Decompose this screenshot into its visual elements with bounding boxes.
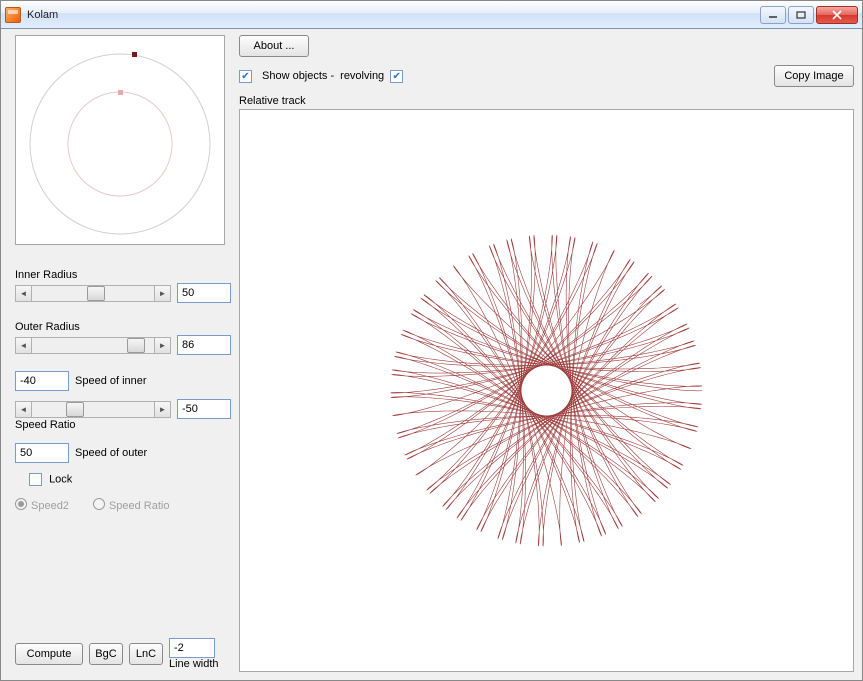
speed-inner-input[interactable] bbox=[15, 371, 69, 391]
compute-button[interactable]: Compute bbox=[15, 643, 83, 665]
show-objects-checkbox[interactable]: ✔ bbox=[239, 70, 252, 83]
window-buttons bbox=[760, 6, 858, 24]
inner-radius-scrollbar[interactable]: ◄ ► bbox=[15, 285, 171, 302]
speedratio-radio[interactable] bbox=[93, 498, 105, 510]
inner-radius-label: Inner Radius bbox=[15, 269, 231, 281]
speed-outer-label: Speed of outer bbox=[75, 447, 147, 459]
scroll-right-icon[interactable]: ► bbox=[154, 286, 170, 301]
speed2-radio-label: Speed2 bbox=[31, 500, 69, 512]
lock-checkbox[interactable] bbox=[29, 473, 42, 486]
scroll-left-icon[interactable]: ◄ bbox=[16, 286, 32, 301]
outer-radius-scrollbar[interactable]: ◄ ► bbox=[15, 337, 171, 354]
copy-image-button[interactable]: Copy Image bbox=[774, 65, 854, 87]
speedratio-radio-label: Speed Ratio bbox=[109, 500, 170, 512]
orbit-preview bbox=[15, 35, 225, 245]
lock-label: Lock bbox=[49, 473, 72, 485]
scroll-right-icon[interactable]: ► bbox=[154, 338, 170, 353]
scroll-right-icon[interactable]: ► bbox=[154, 402, 170, 417]
scroll-left-icon[interactable]: ◄ bbox=[16, 402, 32, 417]
show-objects-label: Show objects - bbox=[262, 70, 334, 82]
speed-ratio-label: Speed Ratio bbox=[15, 419, 231, 431]
relative-track-canvas bbox=[239, 109, 854, 672]
speed2-radio[interactable] bbox=[15, 498, 27, 510]
speed-outer-input[interactable] bbox=[15, 443, 69, 463]
outer-radius-input[interactable] bbox=[177, 335, 231, 355]
titlebar: Kolam bbox=[1, 1, 862, 29]
line-width-label: Line width bbox=[169, 658, 219, 670]
speed-inner-label: Speed of inner bbox=[75, 375, 147, 387]
inner-radius-input[interactable] bbox=[177, 283, 231, 303]
speed-ratio-scrollbar[interactable]: ◄ ► bbox=[15, 401, 171, 418]
minimize-button[interactable] bbox=[760, 6, 786, 24]
about-button[interactable]: About ... bbox=[239, 35, 309, 57]
scroll-left-icon[interactable]: ◄ bbox=[16, 338, 32, 353]
right-panel: About ... ✔ Show objects - revolving ✔ C… bbox=[239, 29, 862, 680]
revolving-checkbox[interactable]: ✔ bbox=[390, 70, 403, 83]
left-panel: Inner Radius ◄ ► Outer Radius ◄ ► Speed … bbox=[1, 29, 239, 680]
revolving-label: revolving bbox=[340, 70, 384, 82]
app-icon bbox=[5, 7, 21, 23]
maximize-button[interactable] bbox=[788, 6, 814, 24]
line-width-input[interactable] bbox=[169, 638, 215, 658]
outer-radius-label: Outer Radius bbox=[15, 321, 231, 333]
window-title: Kolam bbox=[27, 9, 760, 21]
bgc-button[interactable]: BgC bbox=[89, 643, 123, 665]
close-button[interactable] bbox=[816, 6, 858, 24]
speed-ratio-input[interactable] bbox=[177, 399, 231, 419]
canvas-label: Relative track bbox=[239, 95, 854, 107]
lnc-button[interactable]: LnC bbox=[129, 643, 163, 665]
